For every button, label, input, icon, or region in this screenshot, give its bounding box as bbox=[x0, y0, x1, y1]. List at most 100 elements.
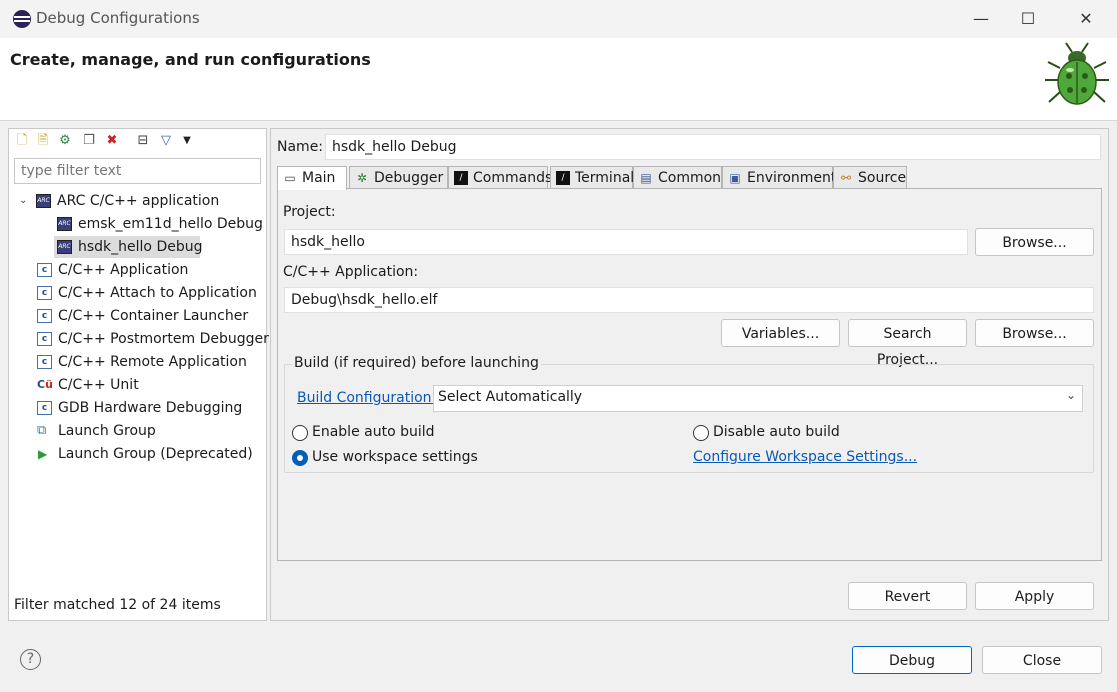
tree-label: ARC C/C++ application bbox=[57, 193, 220, 209]
configuration-tree-panel: 🗋 🗎 ⚙ ❐ ✖ ⊟ ▽ ▼ ⌄ ARC ARC C/C++ applicat… bbox=[8, 128, 269, 621]
tree-item-cpp-postmortem[interactable]: c C/C++ Postmortem Debugger bbox=[36, 328, 269, 350]
common-tab-icon: ▤ bbox=[640, 171, 652, 185]
tab-terminal[interactable]: / Terminal bbox=[550, 166, 635, 189]
tree-item-launch-group-deprecated[interactable]: ▶ Launch Group (Deprecated) bbox=[36, 443, 261, 465]
arc-launch-icon: ARC bbox=[36, 194, 51, 208]
tab-source[interactable]: ⚯ Source bbox=[833, 166, 907, 189]
build-configuration-select[interactable]: Select Automatically ⌄ bbox=[433, 385, 1083, 412]
chevron-down-icon[interactable]: ⌄ bbox=[19, 190, 27, 212]
maximize-button[interactable]: ☐ bbox=[1005, 4, 1051, 34]
tab-label: Debugger bbox=[374, 170, 444, 186]
c-launch-icon: c bbox=[37, 355, 52, 369]
c-launch-icon: c bbox=[37, 309, 52, 323]
tree-label: C/C++ Application bbox=[58, 262, 189, 278]
c-launch-icon: c bbox=[37, 263, 52, 277]
source-icon: ⚯ bbox=[840, 171, 852, 185]
revert-button[interactable]: Revert bbox=[848, 582, 967, 610]
help-icon[interactable]: ? bbox=[20, 649, 41, 670]
c-launch-icon: c bbox=[37, 401, 52, 415]
tree-item-cpp-attach[interactable]: c C/C++ Attach to Application bbox=[36, 282, 261, 304]
project-input[interactable] bbox=[284, 229, 968, 255]
delete-icon[interactable]: ✖ bbox=[104, 133, 120, 149]
tree-item-launch-group[interactable]: ⧉ Launch Group bbox=[36, 420, 261, 442]
tab-label: Common bbox=[658, 170, 722, 186]
tree-label: Launch Group (Deprecated) bbox=[58, 446, 253, 462]
tree-label: C/C++ Postmortem Debugger bbox=[58, 331, 269, 347]
tree-item-gdb-hardware[interactable]: c GDB Hardware Debugging bbox=[36, 397, 261, 419]
build-group: Build Configuration: Select Automaticall… bbox=[284, 364, 1094, 473]
disable-auto-build-label[interactable]: Disable auto build bbox=[713, 424, 840, 440]
arc-launch-icon: ARC bbox=[57, 217, 72, 231]
banner-title: Create, manage, and run configurations bbox=[10, 50, 371, 69]
application-browse-button[interactable]: Browse... bbox=[975, 319, 1094, 347]
use-workspace-settings-label[interactable]: Use workspace settings bbox=[312, 449, 478, 465]
tab-label: Terminal bbox=[575, 170, 635, 186]
tree-label: C/C++ Attach to Application bbox=[58, 285, 257, 301]
filter-icon[interactable]: ▽ bbox=[158, 133, 174, 149]
tab-environment[interactable]: ▣ Environment bbox=[722, 166, 837, 189]
view-menu-chevron-down-icon[interactable]: ▼ bbox=[179, 133, 195, 149]
tree-label: GDB Hardware Debugging bbox=[58, 400, 243, 416]
build-configuration-value: Select Automatically bbox=[438, 389, 583, 405]
disable-auto-build-radio[interactable] bbox=[693, 425, 709, 441]
tab-common[interactable]: ▤ Common bbox=[633, 166, 722, 189]
name-label: Name: bbox=[277, 139, 324, 155]
filter-input[interactable] bbox=[14, 158, 261, 184]
new-prototype-icon[interactable]: 🗎 bbox=[35, 133, 51, 149]
tree-label: hsdk_hello Debug bbox=[78, 239, 203, 255]
tree-group-arc[interactable]: ⌄ ARC ARC C/C++ application bbox=[17, 190, 257, 212]
tree-item-cpp-application[interactable]: c C/C++ Application bbox=[36, 259, 261, 281]
tab-label: Source bbox=[858, 170, 907, 186]
tab-commands[interactable]: / Commands bbox=[448, 166, 552, 189]
application-input[interactable] bbox=[284, 287, 1094, 313]
window-title: Debug Configurations bbox=[36, 9, 200, 27]
build-configuration-link[interactable]: Build Configuration: bbox=[297, 390, 436, 406]
arc-launch-icon: ARC bbox=[57, 240, 72, 254]
tab-label: Commands bbox=[473, 170, 553, 186]
tree-label: Launch Group bbox=[58, 423, 156, 439]
project-browse-button[interactable]: Browse... bbox=[975, 228, 1094, 256]
tree-label: C/C++ Remote Application bbox=[58, 354, 247, 370]
filter-status-text: Filter matched 12 of 24 items bbox=[14, 597, 221, 613]
tree-item-emsk[interactable]: ARC emsk_em11d_hello Debug bbox=[54, 213, 263, 235]
tab-label: Environment bbox=[747, 170, 837, 186]
minimize-button[interactable]: — bbox=[958, 4, 1004, 34]
name-input[interactable] bbox=[325, 134, 1101, 160]
close-window-button[interactable]: ✕ bbox=[1063, 4, 1109, 34]
launch-group-icon: ⧉ bbox=[37, 423, 47, 438]
main-tab-content: Project: Browse... C/C++ Application: Va… bbox=[277, 188, 1102, 561]
c-launch-icon: c bbox=[37, 286, 52, 300]
new-configuration-icon[interactable]: 🗋 bbox=[14, 133, 30, 149]
tree-item-cpp-unit[interactable]: Cü C/C++ Unit bbox=[36, 374, 261, 396]
c-unit-icon: Cü bbox=[37, 378, 53, 391]
duplicate-icon[interactable]: ❐ bbox=[81, 133, 97, 149]
tab-main[interactable]: ▭ Main bbox=[277, 166, 347, 190]
enable-auto-build-radio[interactable] bbox=[292, 425, 308, 441]
export-configuration-icon[interactable]: ⚙ bbox=[57, 133, 73, 149]
tab-debugger[interactable]: ✲ Debugger bbox=[349, 166, 448, 189]
apply-button[interactable]: Apply bbox=[975, 582, 1094, 610]
variables-button[interactable]: Variables... bbox=[721, 319, 840, 347]
configuration-editor-panel: Name: ▭ Main ✲ Debugger / Commands / Ter… bbox=[270, 128, 1109, 621]
tree-item-cpp-remote[interactable]: c C/C++ Remote Application bbox=[36, 351, 261, 373]
build-group-label: Build (if required) before launching bbox=[292, 355, 541, 371]
project-label: Project: bbox=[283, 204, 336, 220]
tree-item-cpp-container[interactable]: c C/C++ Container Launcher bbox=[36, 305, 261, 327]
run-arrow-icon: ▶ bbox=[38, 447, 48, 461]
main-tab-icon: ▭ bbox=[284, 171, 296, 185]
configure-workspace-settings-link[interactable]: Configure Workspace Settings... bbox=[693, 449, 917, 465]
debug-bug-icon bbox=[1045, 42, 1109, 105]
eclipse-logo-icon bbox=[13, 10, 31, 28]
collapse-all-icon[interactable]: ⊟ bbox=[135, 133, 151, 149]
terminal-icon: / bbox=[556, 171, 570, 185]
environment-icon: ▣ bbox=[729, 171, 741, 185]
chevron-down-icon: ⌄ bbox=[1065, 388, 1076, 402]
search-project-button[interactable]: Search Project... bbox=[848, 319, 967, 368]
use-workspace-settings-radio[interactable] bbox=[292, 450, 308, 466]
c-launch-icon: c bbox=[37, 332, 52, 346]
enable-auto-build-label[interactable]: Enable auto build bbox=[312, 424, 435, 440]
debug-button[interactable]: Debug bbox=[852, 646, 972, 674]
close-button[interactable]: Close bbox=[982, 646, 1102, 674]
tree-item-hsdk-selected[interactable]: ARC hsdk_hello Debug bbox=[54, 236, 203, 258]
tree-label: C/C++ Unit bbox=[58, 377, 139, 393]
